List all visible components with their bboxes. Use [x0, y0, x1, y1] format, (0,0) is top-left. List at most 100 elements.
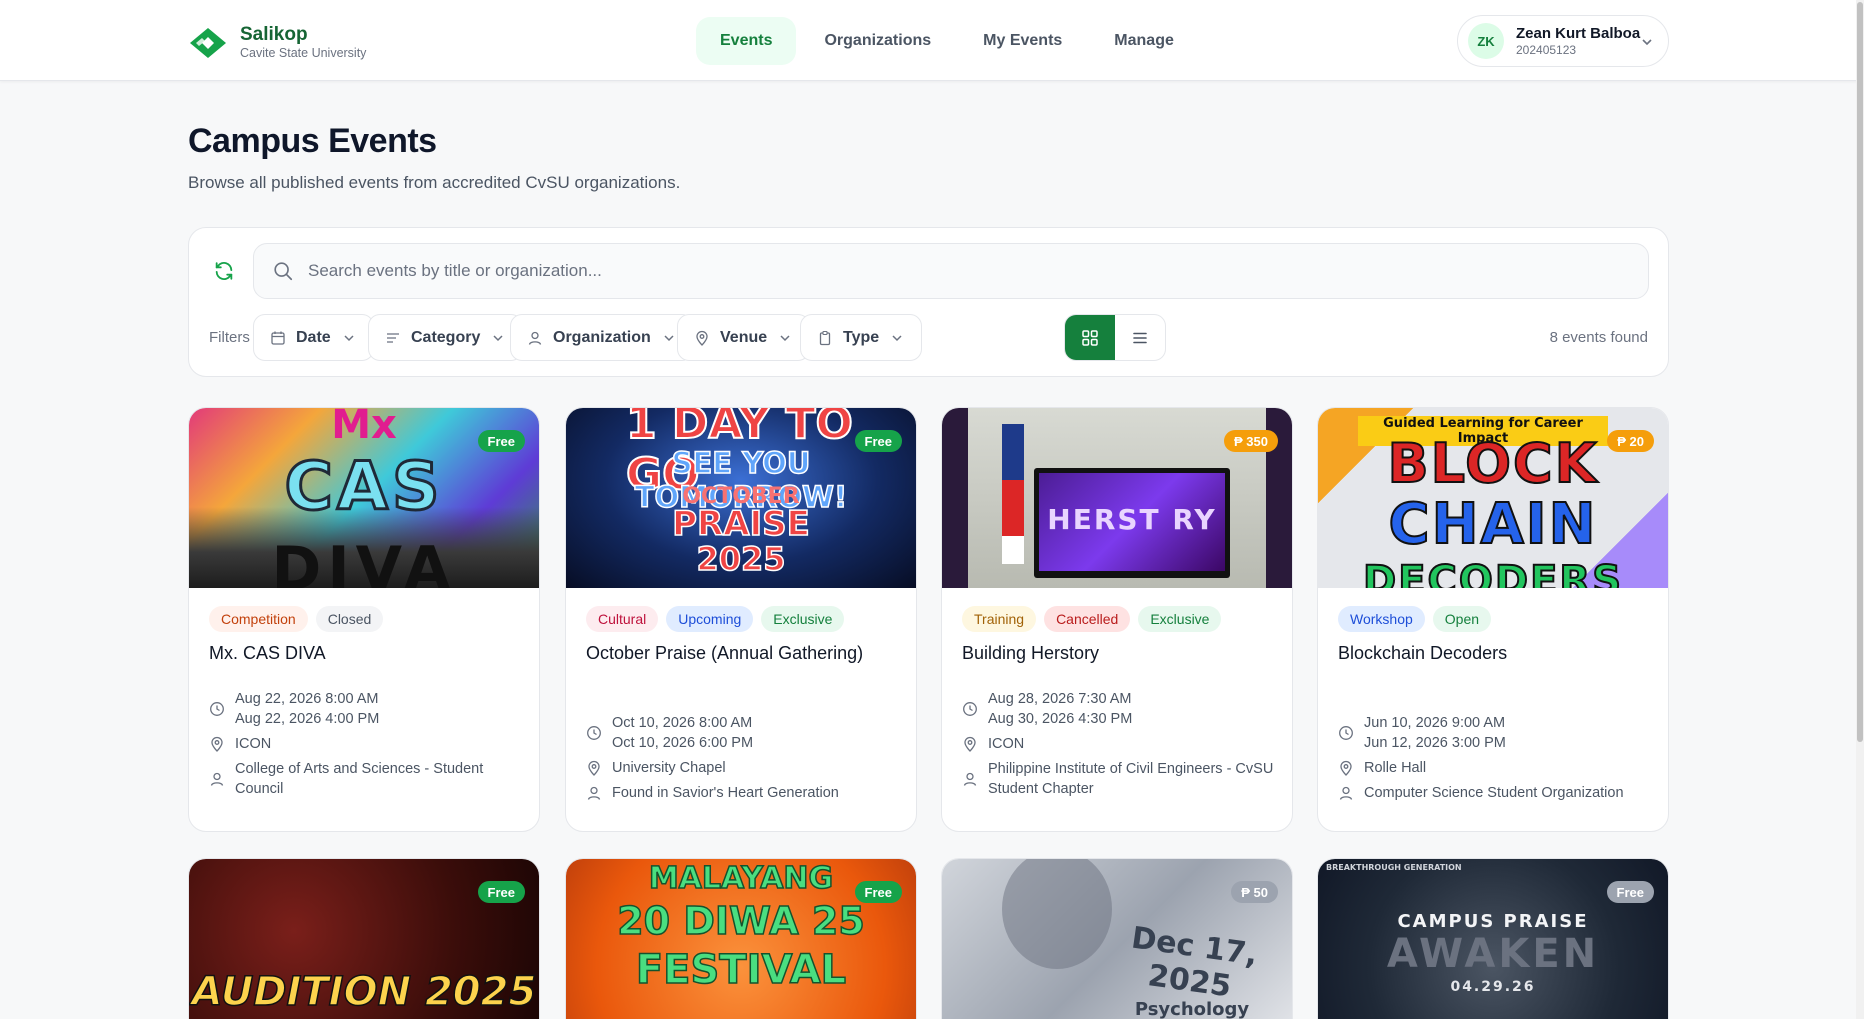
event-venue: University Chapel: [612, 760, 726, 776]
event-art-text: CHAIN: [1387, 491, 1598, 558]
user-icon: [587, 786, 601, 800]
price-badge: Free: [477, 881, 525, 903]
brand[interactable]: Salikop Cavite State University: [188, 24, 366, 61]
view-toggle: [1064, 314, 1166, 361]
user-icon: [210, 772, 224, 786]
filter-venue[interactable]: Venue: [677, 314, 811, 361]
filter-type[interactable]: Type: [800, 314, 923, 361]
event-venue: ICON: [988, 736, 1025, 752]
scrollbar-thumb[interactable]: [1857, 2, 1863, 742]
list-icon: [1133, 332, 1147, 343]
event-start: Jun 10, 2026 9:00 AM: [1364, 715, 1506, 731]
filter-category[interactable]: Category: [368, 314, 524, 361]
page-title: Campus Events: [188, 122, 437, 160]
filters-label: Filters: [209, 329, 250, 346]
type-tag: Exclusive: [1138, 606, 1222, 632]
event-card[interactable]: Guided Learning for Career Impact BLOCK …: [1317, 407, 1669, 832]
chevron-down-icon: [664, 334, 674, 341]
chevron-down-icon: [892, 334, 902, 341]
filter-type-label: Type: [843, 328, 880, 346]
event-start: Aug 28, 2026 7:30 AM: [988, 691, 1132, 707]
clock-icon: [210, 702, 224, 716]
main-nav: Events Organizations My Events Manage: [696, 17, 1198, 65]
event-card[interactable]: HERST RY ₱ 350 Training Cancelled Exclus…: [941, 407, 1293, 832]
nav-events[interactable]: Events: [696, 17, 797, 65]
refresh-icon[interactable]: [213, 260, 235, 282]
event-image: HERST RY ₱ 350: [942, 408, 1292, 588]
event-card[interactable]: Mx CAS DIVA Free Competition Closed Mx. …: [188, 407, 540, 832]
user-name: Zean Kurt Balboa: [1516, 25, 1641, 42]
event-card[interactable]: 1 DAY TO GO SEE YOU TOMORROW! OCTOBER PR…: [565, 407, 917, 832]
grid-icon: [1082, 329, 1098, 346]
event-card[interactable]: BREAKTHROUGH GENERATION CAMPUS PRAISE AW…: [1317, 858, 1669, 1019]
event-start: Oct 10, 2026 8:00 AM: [612, 715, 753, 731]
filter-venue-label: Venue: [720, 328, 768, 346]
event-organization: Found in Savior's Heart Generation: [612, 785, 839, 801]
filter-date[interactable]: Date: [253, 314, 374, 361]
user-icon: [963, 772, 977, 786]
category-tag: Workshop: [1338, 606, 1425, 632]
event-art-text: AUDITION 2025: [191, 968, 537, 1016]
status-tag: Upcoming: [666, 606, 754, 632]
search-box: [253, 243, 1649, 299]
user-menu[interactable]: ZK Zean Kurt Balboa 202405123: [1457, 15, 1669, 67]
location-pin-icon: [1340, 760, 1352, 776]
event-art-text: Psychology: [1134, 999, 1250, 1019]
clock-icon: [587, 726, 601, 740]
filter-date-label: Date: [296, 328, 331, 346]
list-view-button[interactable]: [1115, 315, 1165, 360]
filter-organization[interactable]: Organization: [510, 314, 694, 361]
event-venue: Rolle Hall: [1364, 760, 1427, 776]
salikop-logo-icon: [190, 27, 226, 58]
event-end: Aug 30, 2026 4:30 PM: [988, 711, 1133, 727]
filter-category-label: Category: [411, 328, 481, 346]
event-end: Aug 22, 2026 4:00 PM: [235, 711, 380, 727]
event-art-text: DIVA: [271, 534, 457, 588]
nav-my-events[interactable]: My Events: [959, 17, 1086, 65]
nav-manage[interactable]: Manage: [1090, 17, 1198, 65]
event-art-text: AWAKEN: [1386, 931, 1600, 977]
category-tag: Cultural: [586, 606, 659, 632]
event-image: Guided Learning for Career Impact BLOCK …: [1318, 408, 1668, 588]
location-pin-icon: [211, 736, 223, 752]
event-card[interactable]: MALAYANG 20 DIWA 25 FESTIVAL Free: [565, 858, 917, 1019]
brand-name: Salikop: [240, 24, 308, 45]
location-pin-icon: [696, 330, 708, 346]
filter-panel: Filters Date Category Organization Venue: [188, 227, 1669, 377]
avatar: ZK: [1468, 23, 1504, 59]
event-image: 1 DAY TO GO SEE YOU TOMORROW! OCTOBER PR…: [566, 408, 916, 588]
event-art-text: FESTIVAL: [635, 946, 847, 994]
event-art-text: 04.29.26: [1450, 979, 1536, 995]
event-organization: Philippine Institute of Civil Engineers …: [988, 761, 1274, 797]
price-badge: Free: [477, 430, 525, 452]
event-art-text: 2025: [696, 539, 787, 579]
user-id: 202405123: [1516, 43, 1577, 57]
user-icon: [528, 331, 542, 345]
chevron-down-icon: [493, 334, 503, 341]
user-icon: [1339, 786, 1353, 800]
event-card[interactable]: AUDITION 2025 Free: [188, 858, 540, 1019]
event-title: Blockchain Decoders: [1338, 643, 1508, 663]
filter-lines-icon: [387, 332, 399, 343]
filter-organization-label: Organization: [553, 328, 651, 346]
nav-organizations[interactable]: Organizations: [800, 17, 955, 65]
price-badge: ₱ 20: [1607, 430, 1654, 452]
event-end: Jun 12, 2026 3:00 PM: [1364, 735, 1506, 751]
chevron-down-icon: [1642, 39, 1652, 46]
price-badge: Free: [854, 881, 902, 903]
event-organization: Computer Science Student Organization: [1364, 785, 1624, 801]
price-badge: ₱ 350: [1224, 430, 1278, 452]
clock-icon: [963, 702, 977, 716]
event-start: Aug 22, 2026 8:00 AM: [235, 691, 379, 707]
event-card[interactable]: Dec 17, 2025 Psychology ₱ 50: [941, 858, 1293, 1019]
event-venue: ICON: [235, 736, 272, 752]
scrollbar[interactable]: [1856, 0, 1864, 1019]
location-pin-icon: [964, 736, 976, 752]
event-image: MALAYANG 20 DIWA 25 FESTIVAL Free: [566, 859, 916, 1019]
event-image: Dec 17, 2025 Psychology ₱ 50: [942, 859, 1292, 1019]
search-input[interactable]: [308, 261, 1608, 281]
search-icon: [274, 262, 293, 281]
event-art-text: CAS: [283, 447, 444, 527]
grid-view-button[interactable]: [1065, 315, 1115, 360]
price-badge: Free: [854, 430, 902, 452]
